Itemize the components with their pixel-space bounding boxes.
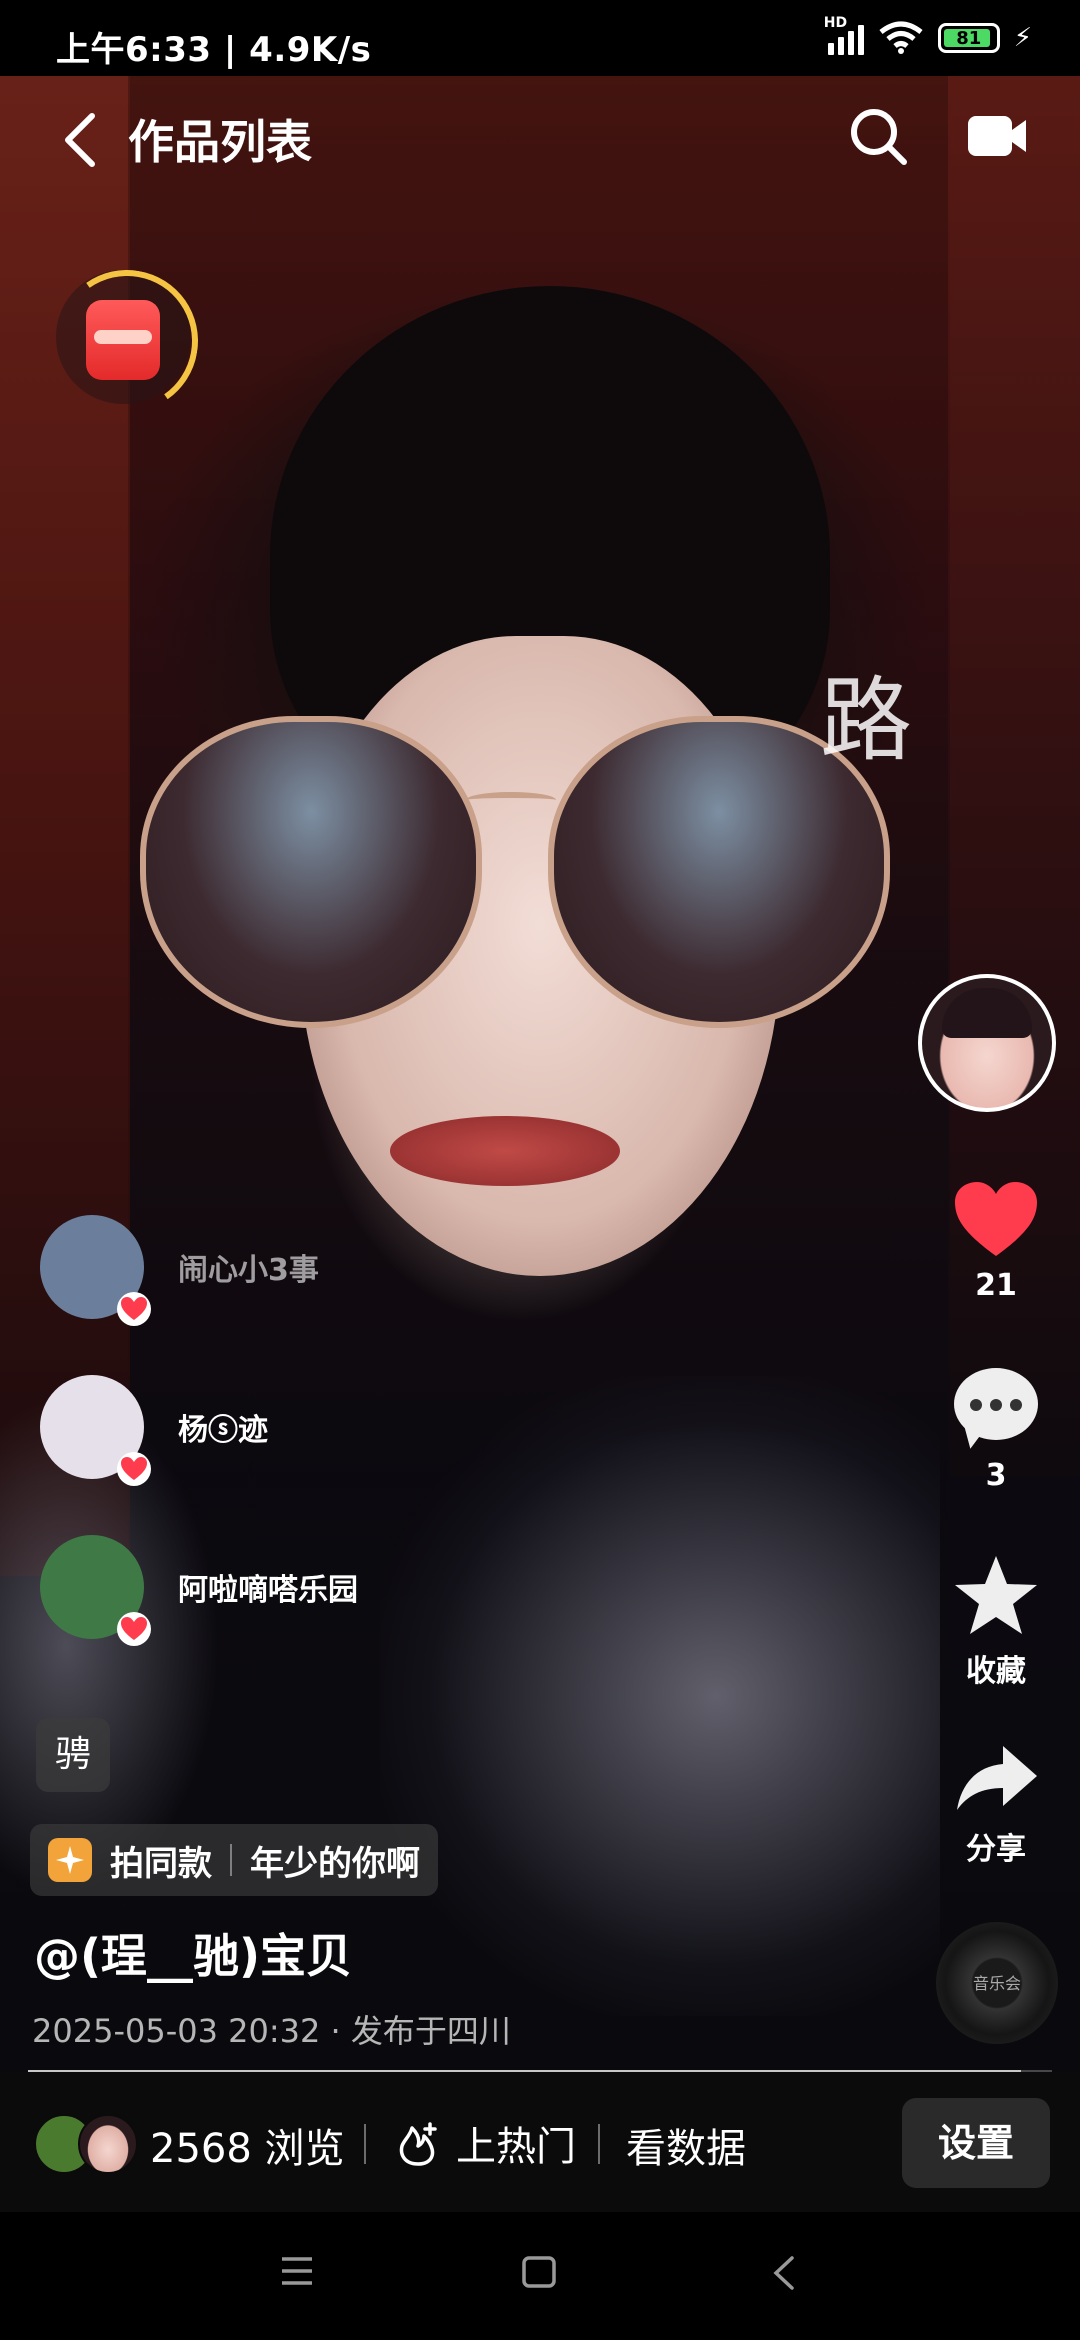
share-button[interactable]: 分享 <box>944 1744 1048 1868</box>
liked-heart-icon <box>117 1292 151 1326</box>
battery-level: 81 <box>956 27 982 49</box>
settings-button[interactable]: 设置 <box>902 2098 1050 2188</box>
viewer-avatars[interactable] <box>34 2114 138 2174</box>
like-button[interactable]: 21 <box>944 1180 1048 1303</box>
tag-glyph-box[interactable]: 骋 <box>36 1718 110 1792</box>
signal-icon: HD <box>824 15 864 55</box>
battery-icon: 81 <box>937 23 1000 53</box>
shoot-same-label: 拍同款 <box>110 1843 212 1884</box>
favorite-label: 收藏 <box>966 1654 1026 1689</box>
red-packet-button[interactable] <box>44 258 210 424</box>
view-data-button[interactable]: 看数据 <box>626 2116 746 2174</box>
top-bar: 作品列表 <box>0 76 1080 196</box>
status-bar: 上午6:33 | 4.9K/s HD 81 ⚡ <box>0 0 1080 76</box>
comment-icon <box>954 1368 1038 1440</box>
flame-icon <box>399 2122 437 2166</box>
heart-icon <box>955 1182 1037 1256</box>
share-label: 分享 <box>966 1832 1026 1867</box>
comment-button[interactable]: 3 <box>944 1368 1048 1493</box>
viewer-avatar <box>78 2114 138 2174</box>
video-subject-lips <box>390 1116 620 1186</box>
liker-name: 杨ⓢ迹 <box>178 1413 268 1448</box>
promote-label: 上热门 <box>456 2124 576 2170</box>
pill-divider <box>230 1844 232 1876</box>
liker-item[interactable]: 闹心小3事 <box>40 1212 319 1326</box>
view-count[interactable]: 2568 浏览 <box>150 2116 345 2174</box>
divider <box>364 2124 366 2164</box>
liked-heart-icon <box>117 1612 151 1646</box>
divider <box>598 2124 600 2164</box>
liker-item[interactable]: 阿啦嘀嗒乐园 <box>40 1532 358 1646</box>
like-count: 21 <box>975 1268 1017 1303</box>
liker-item[interactable]: 杨ⓢ迹 <box>40 1372 268 1486</box>
sparkle-icon <box>48 1838 92 1882</box>
comment-count: 3 <box>985 1458 1007 1493</box>
video-overlay-text: 路 <box>820 667 913 774</box>
sunglasses-lens-left <box>140 716 482 1028</box>
bottom-bar: 2568 浏览 上热门 看数据 设置 <box>0 2072 1080 2212</box>
red-envelope-icon <box>86 300 160 380</box>
liker-name: 阿啦嘀嗒乐园 <box>178 1573 358 1608</box>
liked-heart-icon <box>117 1452 151 1486</box>
home-icon[interactable] <box>522 2256 556 2288</box>
menu-icon[interactable] <box>280 2256 314 2286</box>
favorite-button[interactable]: 收藏 <box>944 1554 1048 1690</box>
back-nav-icon[interactable] <box>772 2256 796 2290</box>
promote-button[interactable]: 上热门 <box>396 2114 576 2172</box>
status-time-speed: 上午6:33 | 4.9K/s <box>56 30 372 70</box>
sunglasses-bridge <box>466 792 556 808</box>
liker-avatar <box>40 1215 151 1326</box>
share-arrow-icon <box>957 1746 1037 1810</box>
charging-icon: ⚡ <box>1013 23 1032 53</box>
liker-avatar <box>40 1375 151 1486</box>
music-disc-label: 音乐会 <box>972 1974 1021 1993</box>
template-name: 年少的你啊 <box>250 1843 420 1884</box>
page-title: 作品列表 <box>128 115 312 169</box>
back-arrow-icon[interactable] <box>56 110 106 170</box>
liker-avatar <box>40 1535 151 1646</box>
star-icon <box>955 1556 1037 1634</box>
status-icons: HD 81 ⚡ <box>824 15 1032 58</box>
camera-icon[interactable] <box>966 112 1028 160</box>
post-meta: 2025-05-03 20:32 · 发布于四川 <box>32 2012 511 2050</box>
sparkle-effect <box>380 1376 940 2016</box>
shoot-same-button[interactable]: 拍同款 年少的你啊 <box>30 1824 438 1896</box>
wifi-icon <box>879 21 923 54</box>
music-disc[interactable]: 音乐会 <box>936 1922 1058 2044</box>
hd-label: HD <box>823 15 848 31</box>
author-handle[interactable]: @(珵__驰)宝贝 <box>34 1920 352 1986</box>
system-nav-bar <box>0 2212 1080 2340</box>
liker-name: 闹心小3事 <box>178 1253 319 1288</box>
search-icon[interactable] <box>846 104 910 168</box>
author-avatar[interactable] <box>918 974 1056 1112</box>
